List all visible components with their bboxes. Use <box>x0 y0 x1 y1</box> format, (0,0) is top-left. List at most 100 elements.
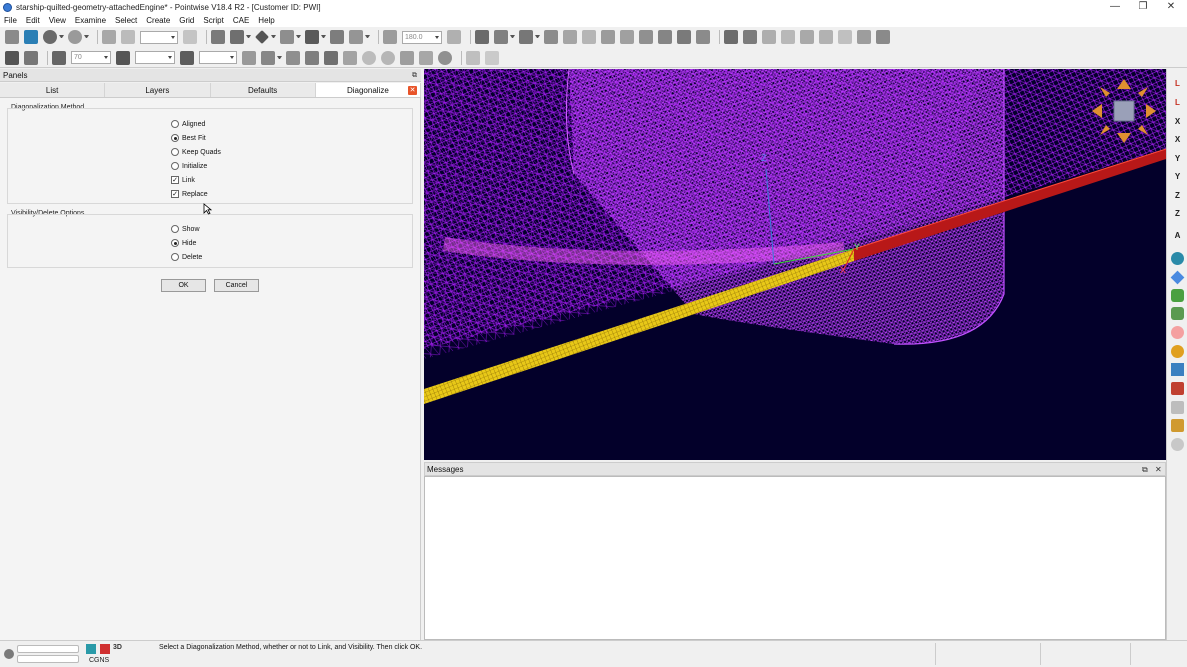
checkbox-replace[interactable]: ✓ Replace <box>171 189 208 199</box>
view-z2-icon[interactable]: Z <box>1171 207 1184 220</box>
split-icon[interactable] <box>519 30 533 44</box>
grid-solver-icon[interactable] <box>658 30 672 44</box>
database-dropdown-icon[interactable] <box>246 35 251 39</box>
menu-grid[interactable]: Grid <box>179 16 194 25</box>
eraser-icon[interactable] <box>762 30 776 44</box>
distribute-icon[interactable] <box>582 30 596 44</box>
edit-curve-icon[interactable] <box>838 30 852 44</box>
redo-icon[interactable] <box>68 30 82 44</box>
close-panel-icon[interactable]: ✕ <box>408 86 417 95</box>
nav-cube-icon[interactable] <box>1113 100 1135 122</box>
point-dropdown-icon[interactable] <box>271 35 276 39</box>
checkbox-link[interactable]: ✓ Link <box>171 175 195 185</box>
cancel-button[interactable]: Cancel <box>214 279 259 292</box>
arrows-icon[interactable] <box>800 30 814 44</box>
sweep-icon[interactable] <box>485 50 499 65</box>
measure-icon[interactable] <box>696 30 710 44</box>
settings-view-icon[interactable] <box>1171 438 1184 451</box>
connector-dropdown-icon[interactable] <box>296 35 301 39</box>
project-icon[interactable] <box>261 50 275 65</box>
radio-keep-quads[interactable]: Keep Quads <box>171 147 221 157</box>
density-combo[interactable]: 70 <box>71 51 111 64</box>
close-button[interactable]: ✕ <box>1157 0 1185 14</box>
dimension-icon[interactable] <box>563 30 577 44</box>
undo-dropdown-icon[interactable] <box>59 35 64 39</box>
panels-float-icon[interactable]: ⧉ <box>412 69 417 82</box>
redistribute-icon[interactable] <box>242 50 256 65</box>
mode-3d-label[interactable]: 3D <box>113 644 122 651</box>
domain-icon[interactable] <box>305 30 319 44</box>
curve-dropdown-icon[interactable] <box>510 35 515 39</box>
grid-table-alt-icon[interactable] <box>24 50 38 65</box>
save-as-icon[interactable] <box>24 30 38 44</box>
area-icon[interactable] <box>419 50 433 65</box>
view-y1-icon[interactable]: Y <box>1171 152 1184 165</box>
eye-icon[interactable] <box>1171 252 1184 265</box>
curve-view-icon[interactable] <box>1171 289 1184 302</box>
pencil-icon[interactable] <box>211 30 225 44</box>
spacing-value-combo[interactable] <box>199 51 237 64</box>
curve-icon[interactable] <box>494 30 508 44</box>
tab-layers[interactable]: Layers <box>105 83 211 97</box>
delta-icon[interactable] <box>116 50 130 65</box>
view-a-icon[interactable]: A <box>1171 229 1184 242</box>
refine-icon[interactable] <box>381 50 395 65</box>
reverse-icon[interactable] <box>639 30 653 44</box>
line-icon[interactable] <box>475 30 489 44</box>
camera-icon[interactable] <box>183 30 197 44</box>
domain-dropdown-icon[interactable] <box>321 35 326 39</box>
angle-combo[interactable]: 180.0 <box>402 30 442 44</box>
spacing-combo[interactable] <box>135 51 175 64</box>
angle-apply-icon[interactable] <box>447 30 461 44</box>
diamond-icon[interactable] <box>1170 270 1185 285</box>
menu-view[interactable]: View <box>49 16 66 25</box>
examine-icon[interactable] <box>400 50 414 65</box>
radio-initialize[interactable]: Initialize <box>171 161 207 171</box>
crop-icon[interactable] <box>876 30 890 44</box>
extrude-dropdown-icon[interactable] <box>365 35 370 39</box>
messages-close-icon[interactable]: ✕ <box>1155 463 1162 476</box>
radio-aligned[interactable]: Aligned <box>171 119 205 129</box>
view-x2-icon[interactable]: X <box>1171 133 1184 146</box>
shield-icon[interactable] <box>724 30 738 44</box>
menu-select[interactable]: Select <box>115 16 137 25</box>
sigma-icon[interactable] <box>324 50 338 65</box>
graphics-viewport[interactable]: Z Y X <box>424 69 1166 460</box>
minimize-button[interactable]: — <box>1101 0 1129 14</box>
radio-best-fit[interactable]: Best Fit <box>171 133 206 143</box>
node-icon[interactable] <box>362 50 376 65</box>
undo-icon[interactable] <box>43 30 57 44</box>
select-icon[interactable] <box>102 30 116 44</box>
light-icon[interactable] <box>1171 345 1184 358</box>
grid-table-icon[interactable] <box>5 50 19 65</box>
hash-icon[interactable] <box>52 50 66 65</box>
redo-dropdown-icon[interactable] <box>84 35 89 39</box>
target-icon[interactable] <box>438 50 452 65</box>
view-l1-icon[interactable]: L <box>1171 77 1184 90</box>
extrude-icon[interactable] <box>349 30 363 44</box>
step-icon[interactable] <box>781 30 795 44</box>
menu-edit[interactable]: Edit <box>26 16 40 25</box>
join-icon[interactable] <box>544 30 558 44</box>
block-icon[interactable] <box>330 30 344 44</box>
cylinder-grid-icon[interactable] <box>466 50 480 65</box>
radio-show[interactable]: Show <box>171 224 200 234</box>
solver-status-icon[interactable] <box>100 644 110 654</box>
angle-icon[interactable] <box>383 30 397 44</box>
spacing-constraint-icon[interactable] <box>180 50 194 65</box>
select-filter-combo[interactable] <box>140 30 178 44</box>
view-y2-icon[interactable]: Y <box>1171 170 1184 183</box>
diagonalize-icon[interactable] <box>343 50 357 65</box>
menu-create[interactable]: Create <box>146 16 170 25</box>
shade-icon[interactable] <box>1171 326 1184 339</box>
tab-diagonalize[interactable]: Diagonalize ✕ <box>315 83 421 97</box>
nodes-icon[interactable] <box>1171 307 1184 320</box>
mask-icon[interactable] <box>121 30 135 44</box>
solve-icon[interactable] <box>601 30 615 44</box>
view-x1-icon[interactable]: X <box>1171 115 1184 128</box>
lock-icon[interactable] <box>1171 419 1184 432</box>
menu-script[interactable]: Script <box>203 16 223 25</box>
tab-list[interactable]: List <box>0 83 106 97</box>
ok-button[interactable]: OK <box>161 279 206 292</box>
database-icon[interactable] <box>230 30 244 44</box>
